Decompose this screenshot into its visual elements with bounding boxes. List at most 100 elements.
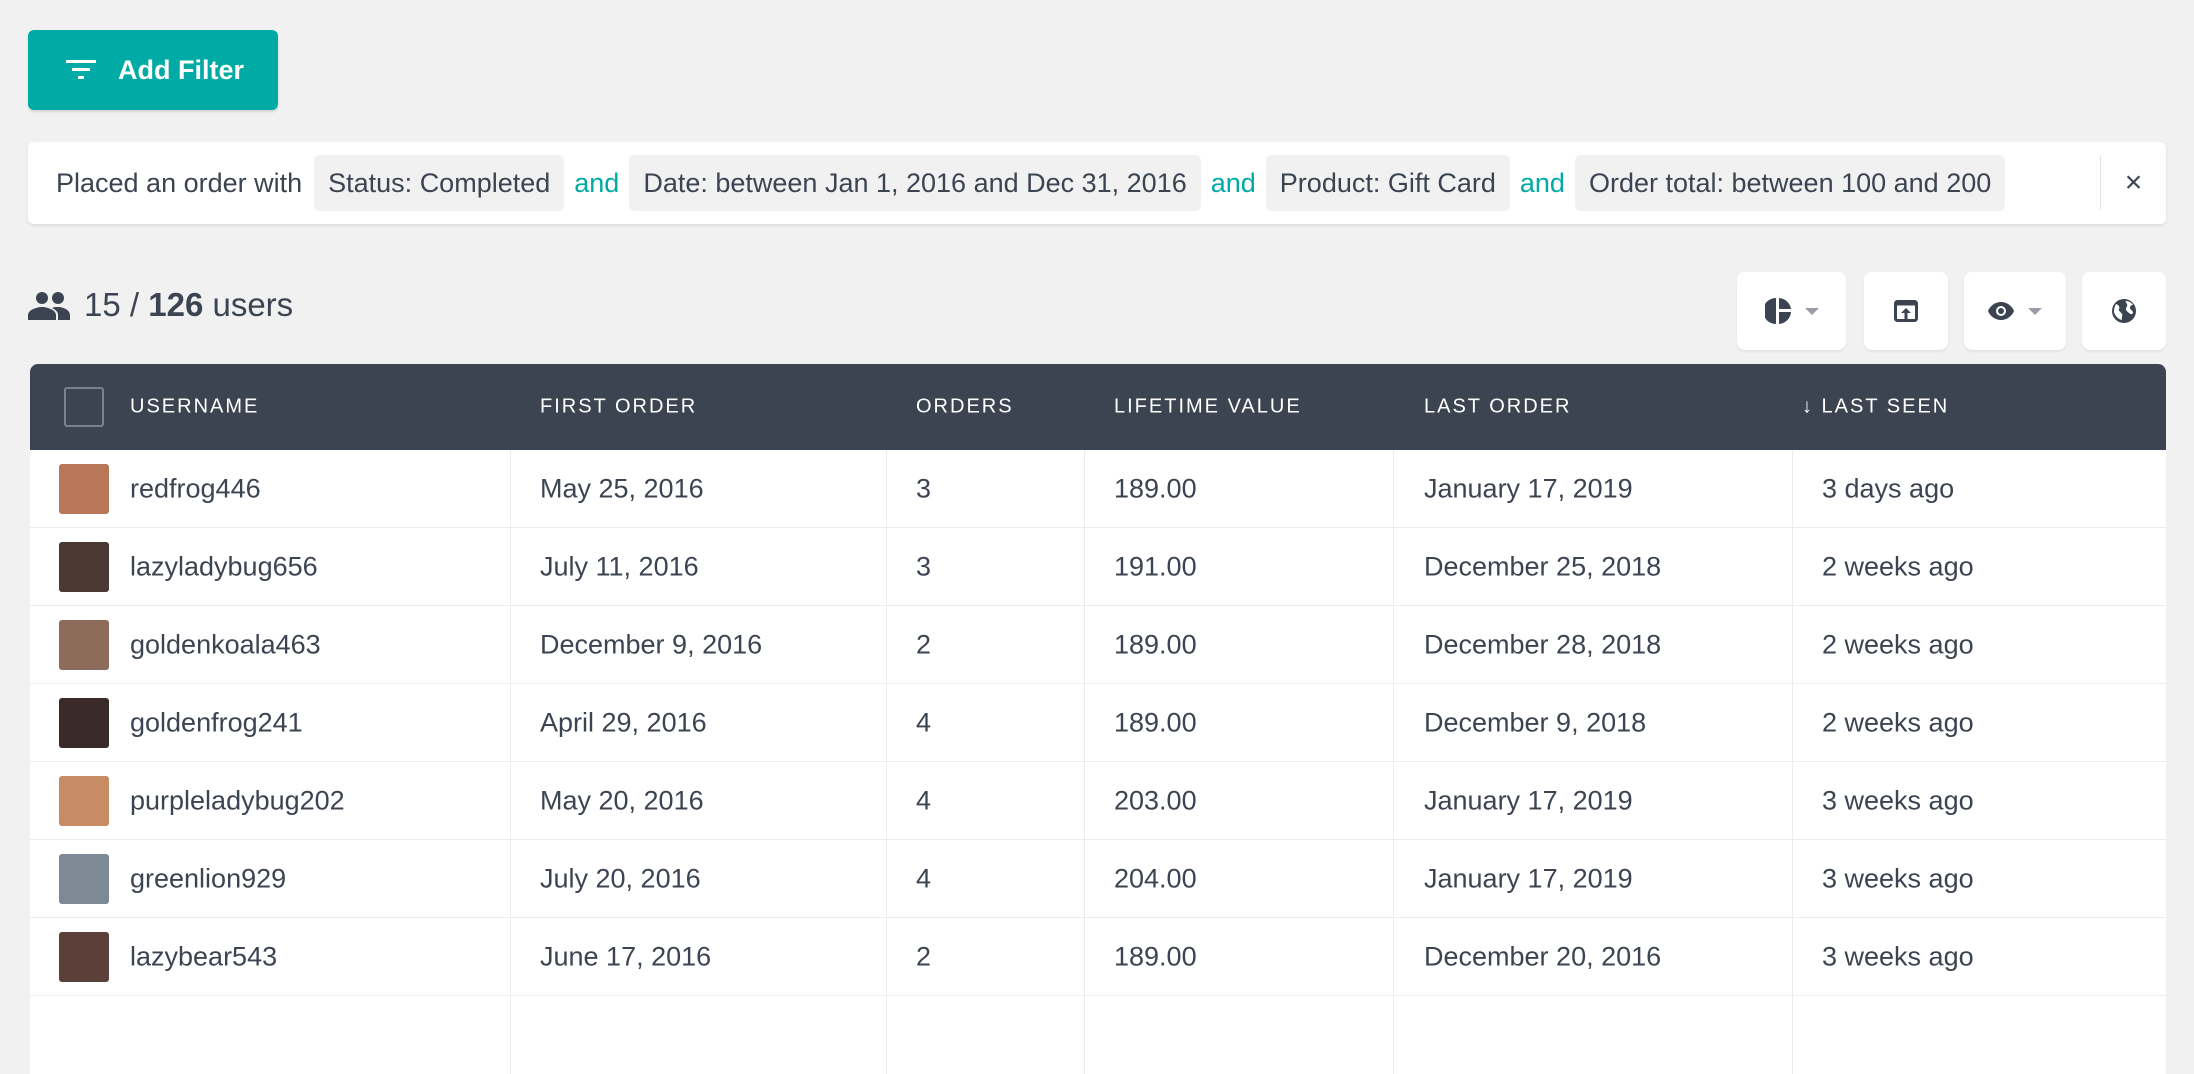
add-filter-button[interactable]: Add Filter [28, 30, 278, 110]
username-cell[interactable]: goldenkoala463 [130, 629, 321, 660]
lifetime-value-cell: 204.00 [1114, 863, 1197, 893]
first-order-cell: June 17, 2016 [540, 941, 712, 971]
caret-down-icon [2028, 307, 2042, 315]
column-divider [1084, 606, 1085, 683]
table-row[interactable]: goldenkoala463 December 9, 2016 2 189.00 Dec… [30, 606, 2166, 684]
table-row[interactable]: redfrog446 May 25, 2016 3 189.00 January 17,… [30, 450, 2166, 528]
column-divider [1393, 918, 1394, 995]
column-divider [886, 450, 887, 527]
pie-chart-icon [1764, 298, 1791, 324]
filter-icon [66, 60, 96, 79]
last-order-cell: December 25, 2018 [1424, 551, 1662, 581]
lifetime-value-cell: 191.00 [1114, 551, 1197, 581]
orders-cell: 4 [916, 707, 932, 737]
column-divider [510, 918, 511, 995]
avatar [59, 464, 109, 514]
avatar [59, 932, 109, 982]
column-divider [510, 762, 511, 839]
first-order-cell: July 11, 2016 [540, 551, 699, 581]
last-seen-cell: 3 weeks ago [1822, 785, 1974, 815]
count-separator: / [120, 286, 149, 323]
username-cell[interactable]: lazybear543 [130, 941, 277, 972]
chart-dropdown-button[interactable] [1737, 272, 1846, 350]
column-last-seen[interactable]: ↓ LAST SEEN [1802, 396, 1949, 419]
column-divider [1084, 762, 1085, 839]
last-order-cell: December 28, 2018 [1424, 629, 1662, 659]
eye-icon [1988, 302, 2014, 320]
last-order-cell: December 20, 2016 [1424, 941, 1662, 971]
select-all-checkbox[interactable] [64, 387, 104, 427]
lifetime-value-cell: 189.00 [1114, 941, 1197, 971]
users-icon [28, 292, 70, 320]
avatar [59, 698, 109, 748]
filter-condition[interactable]: Status: Completed [314, 155, 565, 211]
column-last-order[interactable]: LAST ORDER [1424, 396, 1571, 419]
last-order-cell: December 9, 2018 [1424, 707, 1647, 737]
column-divider [886, 606, 887, 683]
export-button[interactable] [1864, 272, 1948, 350]
column-divider [1792, 762, 1793, 839]
filter-bar: Placed an order with Status: Completed a… [28, 142, 2166, 224]
table-header: USERNAME FIRST ORDER ORDERS LIFETIME VAL… [30, 364, 2166, 450]
column-divider [1792, 918, 1793, 995]
filter-lead: Placed an order with [56, 167, 303, 198]
filter-conjunction: and [574, 167, 620, 198]
table-row[interactable]: lazyladybug656 July 11, 2016 3 191.00 Decemb… [30, 528, 2166, 606]
column-divider [1393, 840, 1394, 917]
column-divider [510, 450, 511, 527]
first-order-cell: May 20, 2016 [540, 785, 704, 815]
globe-icon [2112, 299, 2136, 323]
filter-condition[interactable]: Product: Gift Card [1265, 155, 1510, 211]
avatar [59, 620, 109, 670]
total-count: 126 [148, 286, 204, 323]
column-divider [510, 840, 511, 917]
shown-count: 15 [84, 286, 121, 323]
table-row[interactable]: greenlion929 July 20, 2016 4 204.00 January … [30, 840, 2166, 918]
count-unit: users [203, 286, 294, 323]
column-divider [1792, 684, 1793, 761]
column-divider [1084, 918, 1085, 995]
avatar [59, 542, 109, 592]
filter-condition[interactable]: Date: between Jan 1, 2016 and Dec 31, 20… [629, 155, 1201, 211]
column-first-order[interactable]: FIRST ORDER [540, 396, 697, 419]
orders-cell: 3 [916, 551, 932, 581]
table-row[interactable] [30, 996, 2166, 1074]
column-divider [1792, 528, 1793, 605]
clear-filter-close-icon[interactable]: × [2100, 156, 2166, 210]
column-lifetime-value[interactable]: LIFETIME VALUE [1114, 396, 1302, 419]
table-row[interactable]: goldenfrog241 April 29, 2016 4 189.00 Decemb… [30, 684, 2166, 762]
filter-conjunction: and [1210, 167, 1256, 198]
username-cell[interactable]: lazyladybug656 [130, 551, 318, 582]
column-divider [1792, 450, 1793, 527]
username-cell[interactable]: redfrog446 [130, 473, 261, 504]
lifetime-value-cell: 203.00 [1114, 785, 1197, 815]
column-divider [886, 762, 887, 839]
column-orders[interactable]: ORDERS [916, 396, 1014, 419]
lifetime-value-cell: 189.00 [1114, 629, 1197, 659]
table-row[interactable]: purpleladybug202 May 20, 2016 4 203.00 Janua… [30, 762, 2166, 840]
column-divider [1393, 528, 1394, 605]
username-cell[interactable]: goldenfrog241 [130, 707, 303, 738]
column-divider [1393, 606, 1394, 683]
last-order-cell: January 17, 2019 [1424, 473, 1633, 503]
last-order-cell: January 17, 2019 [1424, 863, 1633, 893]
globe-button[interactable] [2082, 272, 2166, 350]
avatar [59, 854, 109, 904]
column-divider [510, 684, 511, 761]
username-cell[interactable]: greenlion929 [130, 863, 286, 894]
last-order-cell: January 17, 2019 [1424, 785, 1633, 815]
columns-visibility-button[interactable] [1964, 272, 2066, 350]
table-row[interactable]: lazybear543 June 17, 2016 2 189.00 December … [30, 918, 2166, 996]
column-divider [1393, 450, 1394, 527]
export-icon [1894, 300, 1918, 322]
filter-condition[interactable]: Order total: between 100 and 200 [1574, 155, 2006, 211]
username-cell[interactable]: purpleladybug202 [130, 785, 345, 816]
column-divider [886, 840, 887, 917]
lifetime-value-cell: 189.00 [1114, 707, 1197, 737]
add-filter-label: Add Filter [118, 54, 244, 85]
avatar [59, 776, 109, 826]
last-seen-cell: 2 weeks ago [1822, 707, 1974, 737]
column-divider [1393, 762, 1394, 839]
users-table: USERNAME FIRST ORDER ORDERS LIFETIME VAL… [30, 364, 2166, 1074]
column-username[interactable]: USERNAME [130, 396, 259, 419]
